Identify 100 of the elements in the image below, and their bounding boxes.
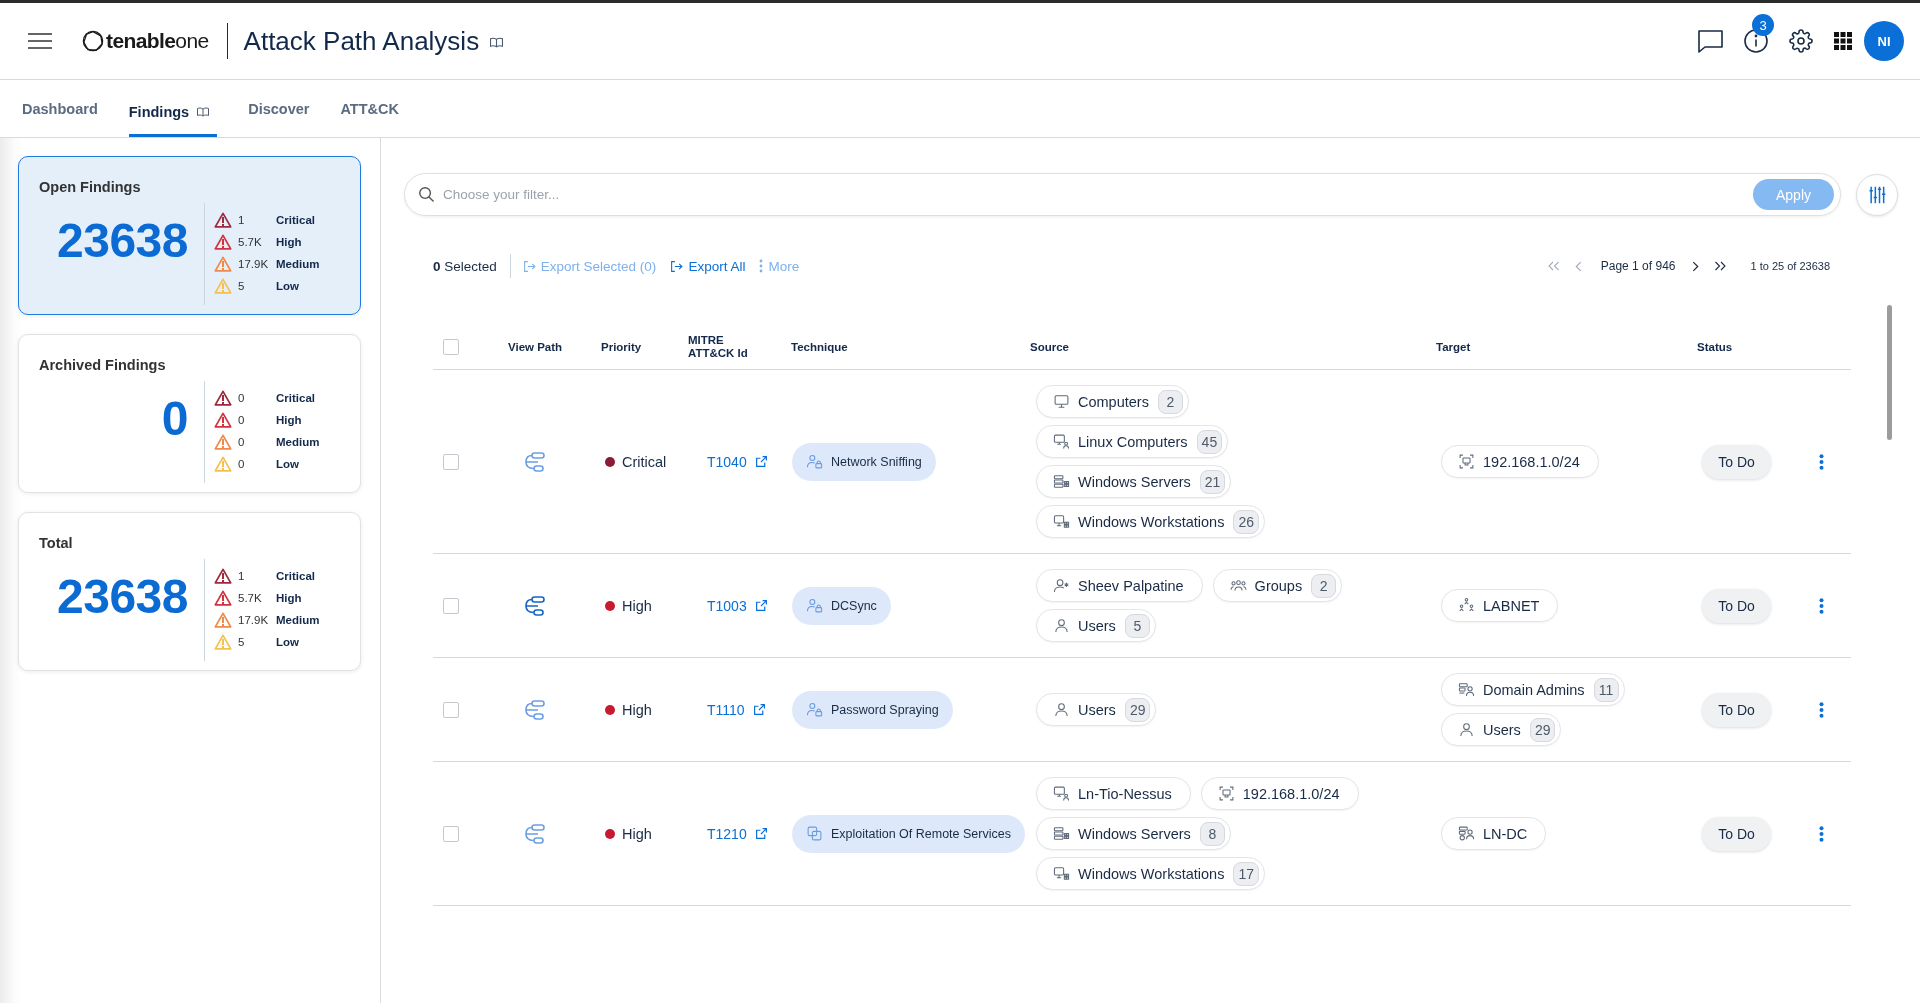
source-chip[interactable]: Windows Workstations 17 [1036,857,1265,890]
people-hierarchy-icon [1458,597,1475,614]
column-header[interactable]: Source [1030,340,1069,353]
results-range: 1 to 25 of 23638 [1750,260,1830,272]
info-button[interactable] [1744,29,1768,53]
target-chip[interactable]: 192.168.1.0/24 [1441,445,1599,478]
severity-label: Medium [276,614,320,626]
technique-tag[interactable]: DCSync [792,586,891,625]
row-checkbox[interactable] [443,825,459,842]
source-chip[interactable]: Groups 2 [1212,569,1343,602]
source-chip[interactable]: Users 5 [1036,609,1156,642]
source-chip[interactable]: Sheev Palpatine [1036,569,1203,602]
user-avatar[interactable]: NI [1864,21,1904,61]
column-header[interactable]: Status [1697,340,1733,353]
next-page-button[interactable] [1692,260,1700,272]
filter-settings-button[interactable] [1856,173,1898,216]
severity-label: Low [276,458,299,470]
book-icon[interactable] [490,36,504,48]
scrollbar-thumb[interactable] [1887,305,1892,440]
view-path-button[interactable] [523,697,547,722]
apps-button[interactable] [1834,32,1852,50]
technique-id-link[interactable]: T1040 [707,453,768,470]
technique-tag[interactable]: Exploitation Of Remote Services [792,814,1025,853]
status-button[interactable]: To Do [1702,588,1771,623]
severity-label: Critical [276,214,315,226]
chip-label: Ln-Tio-Nessus [1078,785,1172,802]
severity-label: High [276,592,302,604]
summary-card[interactable]: Open Findings 23638 1 Critical 5.7K High 17.9K Medium 5 Low [18,156,361,315]
row-actions-button[interactable] [1819,597,1824,614]
book-icon[interactable] [197,106,210,117]
column-header[interactable]: Technique [791,340,848,353]
tab[interactable]: Dashboard [22,80,98,137]
technique-tag[interactable]: Password Spraying [792,690,953,729]
view-path-button[interactable] [523,449,547,474]
settings-icon [1789,29,1813,53]
chat-button[interactable] [1698,29,1723,53]
status-button[interactable]: To Do [1702,444,1771,479]
row-actions-button[interactable] [1819,701,1824,718]
chip-label: Windows Workstations [1078,865,1225,882]
column-header[interactable]: View Path [508,340,563,353]
technique-id-link[interactable]: T1210 [707,825,768,842]
status-button[interactable]: To Do [1702,816,1771,851]
target-chip[interactable]: LN-DC [1441,817,1547,850]
target-chip[interactable]: Users 29 [1441,713,1562,746]
menu-button[interactable] [28,33,52,49]
source-chip[interactable]: Computers 2 [1036,385,1189,418]
export-all-button[interactable]: Export All [670,258,746,274]
technique-id-link[interactable]: T1110 [707,701,766,718]
count-badge: 45 [1196,429,1223,454]
source-chip[interactable]: Linux Computers 45 [1036,425,1229,458]
monitor-brackets-icon [1458,453,1475,470]
severity-label: Low [276,636,299,648]
double-chevron-right-icon [1714,261,1727,271]
view-path-button[interactable] [523,821,547,846]
column-header[interactable]: Priority [601,340,642,353]
target-chip[interactable]: LABNET [1441,589,1559,622]
row-checkbox[interactable] [443,453,459,470]
source-chip[interactable]: Users 29 [1036,693,1157,726]
target-chip[interactable]: Domain Admins 11 [1441,673,1625,706]
kebab-icon [1819,597,1824,614]
tab[interactable]: ATT&CK [340,80,399,137]
last-page-button[interactable] [1714,261,1727,271]
chip-label: Computers [1078,393,1149,410]
status-button[interactable]: To Do [1702,692,1771,727]
card-title: Total [39,534,74,552]
chip-label: Linux Computers [1078,433,1188,450]
summary-card[interactable]: Archived Findings 0 0 Critical 0 High 0 Medium 0 Low [18,334,361,493]
select-all-checkbox[interactable] [443,338,459,355]
source-chip[interactable]: Windows Servers 8 [1036,817,1231,850]
severity-count: 0 [238,436,246,448]
column-header[interactable]: MITRE ATT&CK Id [688,333,770,360]
chip-label: 192.168.1.0/24 [1483,453,1580,470]
source-chip[interactable]: Windows Servers 21 [1036,465,1232,498]
row-checkbox[interactable] [443,701,459,718]
summary-card[interactable]: Total 23638 1 Critical 5.7K High 17.9K Medium 5 Low [18,512,361,671]
row-actions-button[interactable] [1819,453,1824,470]
column-header[interactable]: Target [1436,340,1471,353]
notification-badge: 3 [1752,14,1774,36]
technique-tag[interactable]: Network Sniffing [792,442,936,481]
source-chip[interactable]: 192.168.1.0/24 [1200,777,1359,810]
info-icon [1744,29,1768,53]
view-path-button[interactable] [523,593,547,618]
menu-icon [28,33,52,49]
chip-label: 192.168.1.0/24 [1242,785,1340,802]
user-star-icon [1053,577,1070,594]
severity-count: 17.9K [238,614,270,626]
findings-total: 23638 [56,213,189,269]
chip-label: Users [1483,721,1521,738]
source-chip[interactable]: Ln-Tio-Nessus [1036,777,1191,810]
row-checkbox[interactable] [443,597,459,614]
count-badge: 11 [1593,677,1619,702]
source-chip[interactable]: Windows Workstations 26 [1036,505,1265,538]
technique-id-link[interactable]: T1003 [707,597,768,614]
user-lock-icon [806,597,823,614]
tab[interactable]: Discover [248,80,310,137]
path-diagram-icon [523,821,547,846]
list-user-icon [1458,681,1475,698]
chat-icon [1698,29,1723,53]
row-actions-button[interactable] [1819,825,1824,842]
settings-button[interactable] [1789,29,1813,53]
